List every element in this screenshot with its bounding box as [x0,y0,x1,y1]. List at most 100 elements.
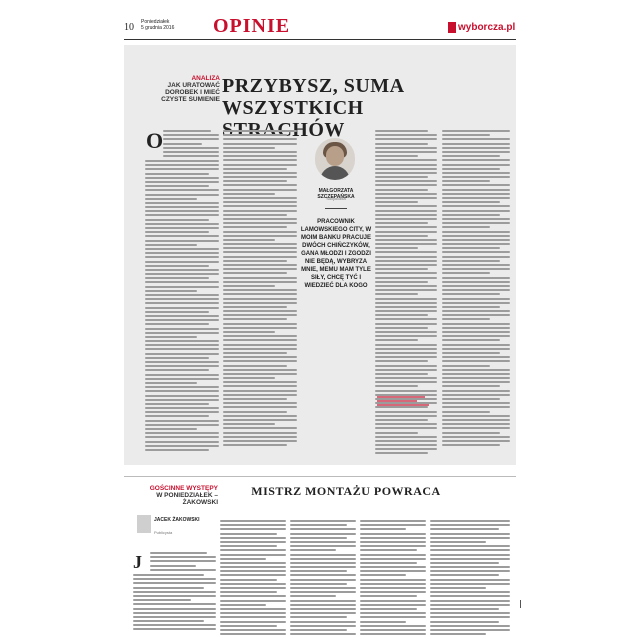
text-line [145,206,219,209]
text-line [375,180,437,183]
text-line [375,439,437,442]
text-line [375,197,437,199]
text-line [223,351,287,354]
text-line [223,289,297,292]
text-line [442,335,510,338]
text-line [360,566,426,569]
text-line [430,599,510,602]
text-line [145,432,219,435]
text-line [442,268,510,271]
text-line [223,138,297,141]
text-line [375,155,419,158]
text-line [163,146,219,149]
text-line [223,130,297,132]
text-line [442,130,510,132]
text-line [442,377,510,380]
text-line [360,628,426,631]
text-line [430,532,510,535]
text-line [442,184,510,187]
text-line [430,612,510,615]
text-line [375,406,429,409]
edge-mark [520,600,521,608]
text-line [375,205,437,208]
text-line [442,356,510,359]
bottom-column-3 [290,520,356,637]
text-line [163,150,219,153]
text-line [223,155,297,158]
text-line [133,590,216,593]
text-line [220,628,286,631]
text-line [430,566,510,569]
text-line [223,314,297,317]
text-line [360,528,407,531]
text-line [375,314,429,317]
text-line [375,230,437,233]
text-line [145,298,219,301]
text-line [290,540,356,543]
text-line [290,587,356,589]
text-line [145,340,219,343]
text-line [220,591,277,594]
text-line [375,381,437,384]
text-line [442,159,510,162]
text-line [220,582,286,585]
text-line [145,168,219,171]
text-line [375,289,437,292]
text-line [360,582,426,585]
text-line [375,188,429,191]
text-line [375,301,437,304]
text-line [442,197,510,199]
text-line [430,628,510,631]
text-line [145,394,219,397]
text-line [133,594,216,597]
text-line [145,164,219,167]
text-line [375,310,437,313]
text-line [150,556,216,559]
text-line [223,326,297,329]
text-line [375,243,437,246]
text-line [223,146,275,149]
text-line [133,599,192,602]
text-line [220,536,286,539]
text-line [145,314,219,317]
text-line [223,264,297,266]
text-line [375,142,429,145]
text-line [145,252,219,255]
text-line [145,310,209,313]
text-line [442,188,510,191]
text-line [375,130,429,132]
text-line [442,222,510,225]
text-line [145,444,219,447]
text-line [375,209,437,212]
text-line [223,226,287,229]
text-line [442,238,510,241]
text-line [220,633,286,636]
date-block: Poniedziałek 5 grudnia 2016 [141,19,174,31]
text-line [223,431,297,434]
text-line [223,222,297,225]
text-line [442,305,501,308]
text-line [430,553,510,556]
text-line [145,185,209,188]
text-line [442,385,501,388]
text-line [150,568,216,571]
text-line [375,331,437,333]
text-line [220,574,286,577]
text-line [375,159,437,162]
text-line [442,272,490,275]
text-line [145,172,209,175]
text-line [375,360,429,363]
text-line [430,595,510,598]
text-line [442,230,510,233]
text-line [290,603,356,606]
body-column-5 [442,130,510,448]
text-line [375,418,429,421]
text-line [223,293,297,296]
highlight-line [377,396,425,398]
text-line [223,331,275,333]
text-line [375,423,437,426]
text-line [375,293,419,296]
wyborcza-logo[interactable]: wyborcza.pl [448,22,515,33]
text-line [442,209,510,212]
text-line [290,557,356,560]
